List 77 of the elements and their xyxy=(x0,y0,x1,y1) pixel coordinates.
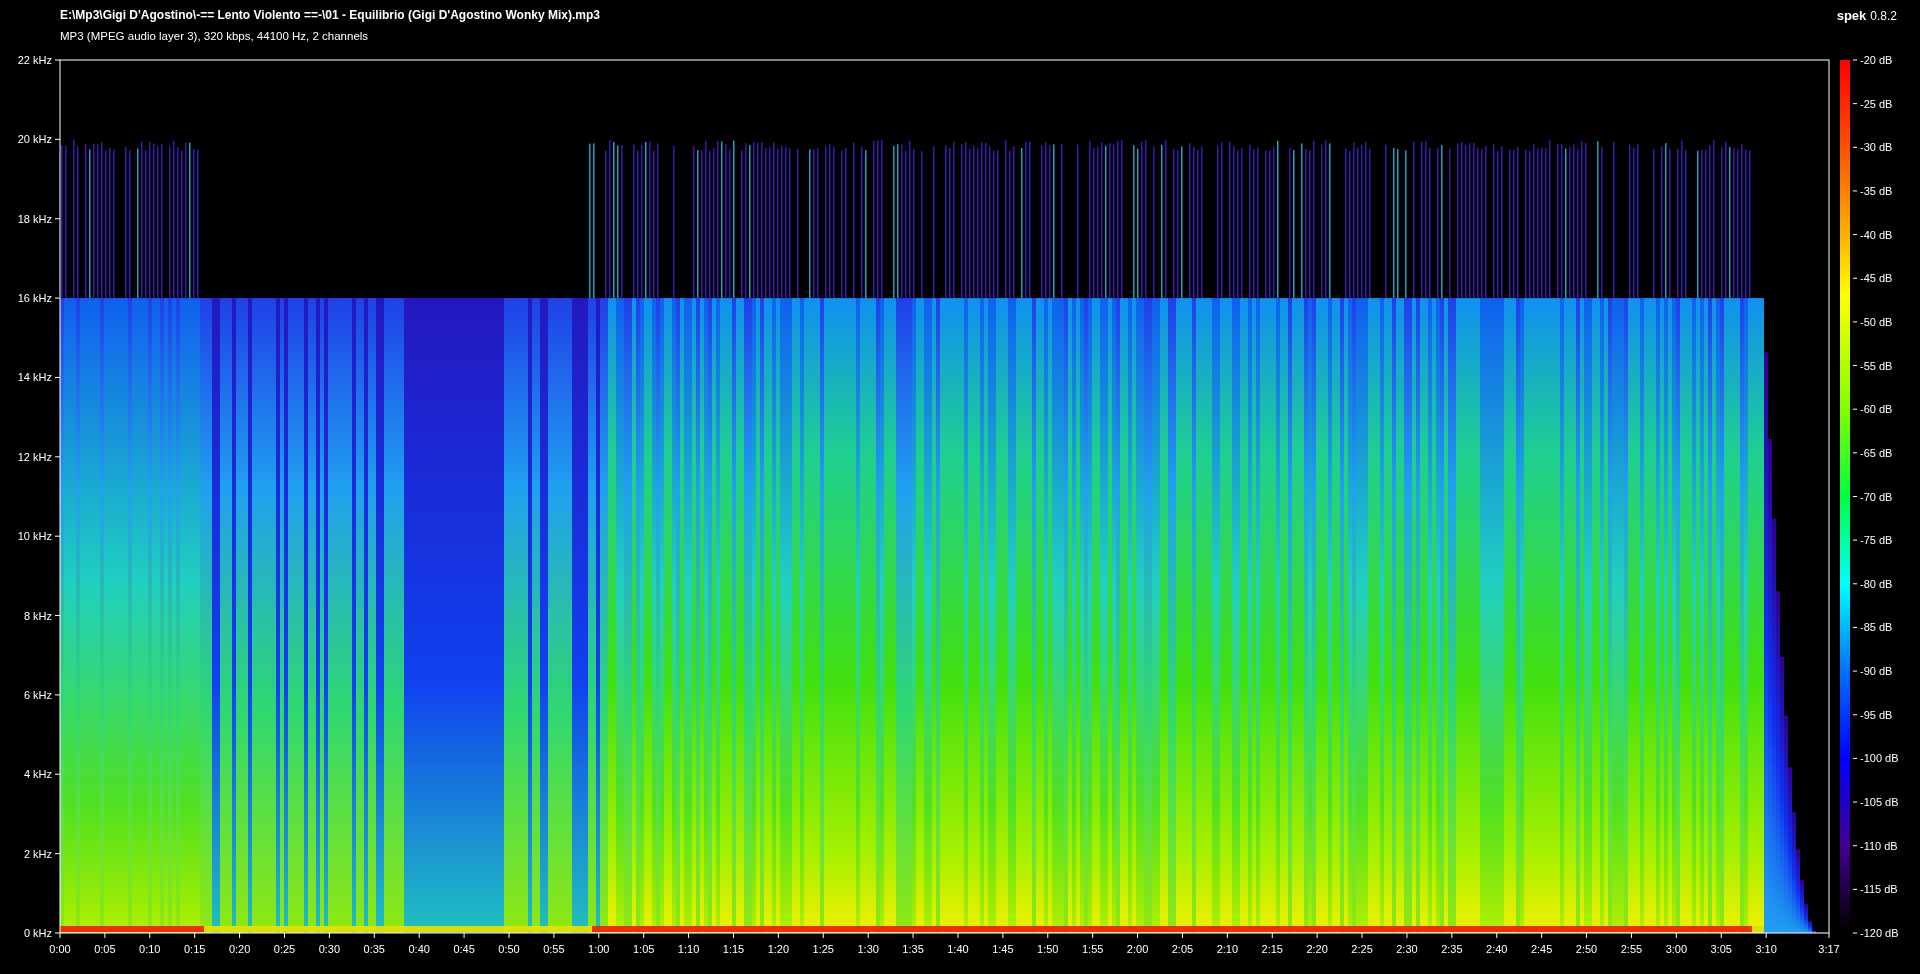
db-label: -45 dB xyxy=(1860,272,1893,285)
time-label: 1:50 xyxy=(1037,943,1059,955)
db-label: -55 dB xyxy=(1860,359,1893,372)
db-label: -115 dB xyxy=(1860,883,1898,896)
frequency-label: 16 kHz xyxy=(17,292,52,305)
frequency-label: 6 kHz xyxy=(23,688,52,701)
db-label: -120 dB xyxy=(1860,927,1899,939)
db-label: -110 dB xyxy=(1860,839,1898,852)
time-label: 3:00 xyxy=(1665,943,1688,955)
time-label: 2:10 xyxy=(1216,943,1239,955)
db-label: -70 dB xyxy=(1860,490,1893,503)
db-label: -40 dB xyxy=(1860,228,1893,241)
time-label: 1:10 xyxy=(677,943,700,955)
time-label: 0:25 xyxy=(273,943,296,955)
time-label: 1:55 xyxy=(1081,943,1104,955)
time-label: 1:00 xyxy=(588,943,610,955)
time-label: 1:30 xyxy=(857,943,879,955)
time-label: 2:55 xyxy=(1620,943,1643,955)
file-path-title: E:\Mp3\Gigi D'Agostino\-== Lento Violento ==-\01 - Equilibrio (Gigi D'Agostino Wonky Mix).mp3 xyxy=(60,8,600,22)
time-label: 0:10 xyxy=(139,943,161,955)
time-label: 2:50 xyxy=(1575,943,1598,955)
frequency-label: 14 kHz xyxy=(17,371,52,384)
frequency-label: 0 kHz xyxy=(23,927,52,939)
time-label: 0:15 xyxy=(184,943,206,955)
time-label: 0:00 xyxy=(49,943,71,955)
time-label: 1:20 xyxy=(767,943,790,955)
time-label: 1:05 xyxy=(632,943,655,955)
time-label: 0:35 xyxy=(363,943,385,955)
app-version: 0.8.2 xyxy=(1870,9,1897,23)
frequency-label: 8 kHz xyxy=(23,609,52,622)
time-label: 2:30 xyxy=(1396,943,1418,955)
db-label: -30 dB xyxy=(1860,141,1893,154)
time-label: 0:50 xyxy=(498,943,520,955)
time-label: 1:25 xyxy=(812,943,834,955)
time-label: 1:40 xyxy=(947,943,969,955)
time-label: 0:40 xyxy=(408,943,430,955)
db-label: -65 dB xyxy=(1860,446,1893,459)
time-label: 2:15 xyxy=(1261,943,1283,955)
db-label: -75 dB xyxy=(1860,534,1893,547)
time-label: 2:00 xyxy=(1126,943,1149,955)
time-label: 1:15 xyxy=(722,943,745,955)
frequency-label: 18 kHz xyxy=(17,212,52,225)
time-label: 3:10 xyxy=(1755,943,1777,955)
frequency-label: 22 kHz xyxy=(17,54,52,66)
frequency-label: 2 kHz xyxy=(23,847,52,860)
db-label: -25 dB xyxy=(1860,97,1893,110)
time-label: 1:35 xyxy=(902,943,924,955)
db-label: -90 dB xyxy=(1860,665,1893,678)
db-label: -80 dB xyxy=(1860,577,1893,590)
db-label: -20 dB xyxy=(1860,54,1893,66)
time-label: 3:05 xyxy=(1710,943,1732,955)
time-label: 2:05 xyxy=(1171,943,1194,955)
time-label: 0:55 xyxy=(543,943,565,955)
time-label: 2:45 xyxy=(1530,943,1553,955)
time-label: 1:45 xyxy=(992,943,1014,955)
db-label: -95 dB xyxy=(1860,708,1893,721)
time-label: 0:20 xyxy=(228,943,251,955)
time-label: 2:20 xyxy=(1306,943,1328,955)
time-label: 0:30 xyxy=(318,943,341,955)
frequency-label: 10 kHz xyxy=(17,530,52,543)
time-label: 0:45 xyxy=(453,943,475,955)
db-label: -50 dB xyxy=(1860,315,1893,328)
db-label: -35 dB xyxy=(1860,184,1893,197)
time-label: 2:40 xyxy=(1486,943,1508,955)
time-label: 3:17 xyxy=(1818,943,1840,955)
time-label: 2:35 xyxy=(1441,943,1463,955)
app-name: spek xyxy=(1836,8,1867,23)
frequency-label: 20 kHz xyxy=(17,133,52,146)
file-info-text: MP3 (MPEG audio layer 3), 320 kbps, 44100 Hz, 2 channels xyxy=(60,30,370,42)
frequency-label: 4 kHz xyxy=(23,768,52,781)
time-label: 0:05 xyxy=(94,943,116,955)
db-label: -105 dB xyxy=(1860,796,1899,809)
db-label: -60 dB xyxy=(1860,403,1893,416)
time-label: 2:25 xyxy=(1351,943,1373,955)
db-label: -100 dB xyxy=(1860,752,1899,765)
db-label: -85 dB xyxy=(1860,621,1893,634)
frequency-label: 12 kHz xyxy=(17,450,52,463)
